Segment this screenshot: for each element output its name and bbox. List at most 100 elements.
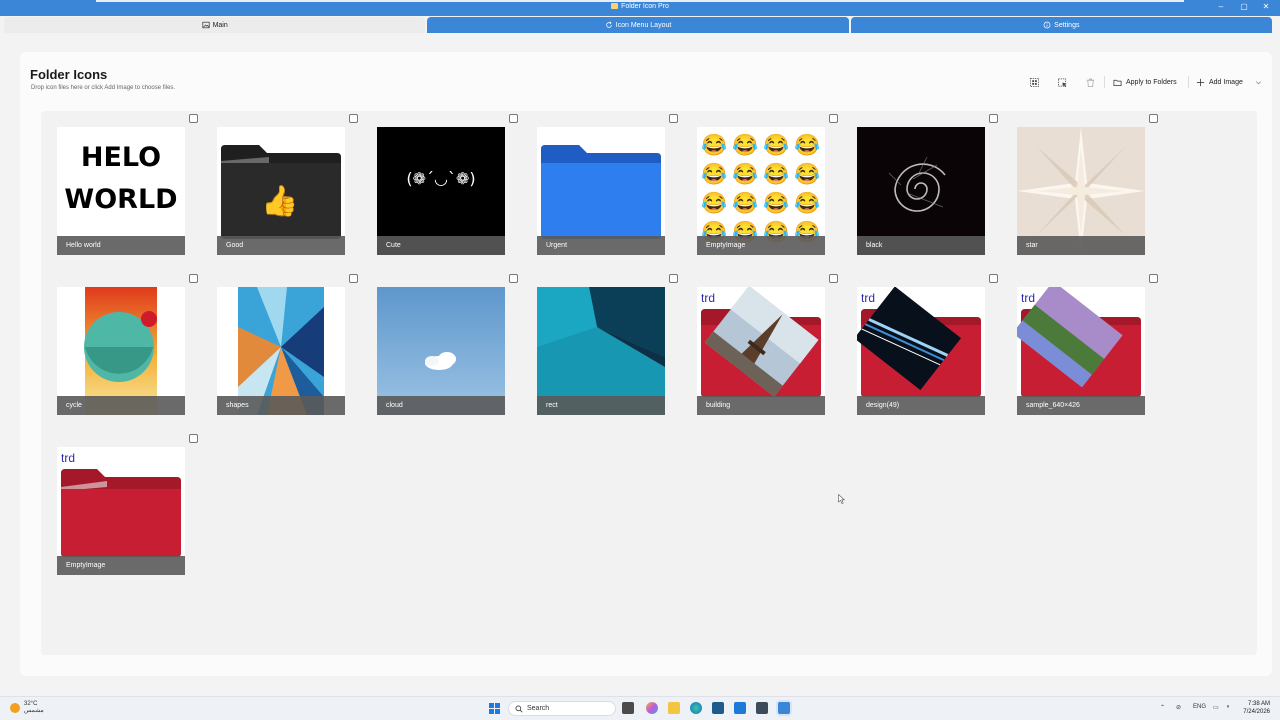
copilot-icon[interactable] (646, 702, 658, 714)
icon-checkbox[interactable] (829, 274, 838, 283)
icon-tile[interactable]: HELO WORLD Hello world (57, 127, 185, 255)
window-title: Folder Icon Pro (0, 3, 1280, 10)
tab-icon-menu-layout[interactable]: Icon Menu Layout (427, 17, 849, 33)
mail-icon[interactable] (734, 702, 746, 714)
folder-icon (1113, 79, 1122, 86)
language-indicator[interactable]: ENG (1193, 704, 1206, 710)
search-icon (515, 705, 523, 712)
add-image-label: Add Image (1209, 78, 1243, 86)
terminal-icon[interactable] (712, 702, 724, 714)
sun-icon (10, 703, 20, 713)
display-icon[interactable]: ▭ (1213, 704, 1219, 711)
laughing-emoji: 😂 (763, 192, 790, 215)
icon-caption: Good (217, 236, 345, 255)
add-image-dropdown[interactable] (1254, 74, 1263, 90)
search-placeholder: Search (527, 705, 550, 712)
delete-button[interactable] (1081, 74, 1099, 90)
icon-tile[interactable]: star (1017, 127, 1145, 255)
minimize-button[interactable]: – (1214, 2, 1228, 11)
apply-to-folders-button[interactable]: Apply to Folders (1113, 74, 1177, 90)
icon-checkbox[interactable] (509, 274, 518, 283)
icon-tile[interactable]: (❁´◡`❁) Cute (377, 127, 505, 255)
edge-browser-icon[interactable] (690, 702, 702, 714)
laughing-emoji: 😂 (701, 192, 728, 215)
cute-kaomoji-text: (❁´◡`❁) (406, 169, 476, 188)
icon-caption: Urgent (537, 236, 665, 255)
icon-checkbox[interactable] (989, 274, 998, 283)
apply-to-folders-label: Apply to Folders (1126, 78, 1177, 86)
icon-checkbox[interactable] (189, 114, 198, 123)
icon-caption: design(49) (857, 396, 985, 415)
icon-caption: EmptyImage (697, 236, 825, 255)
icon-tile[interactable]: black (857, 127, 985, 255)
icon-tile[interactable]: 👍 Good (217, 127, 345, 255)
clock[interactable]: 7:38 AM 7/24/2026 (1243, 700, 1270, 716)
icon-caption: building (697, 396, 825, 415)
folder-icon-pro-taskbar-icon[interactable] (778, 702, 790, 714)
select-all-icon (1029, 77, 1039, 87)
mouse-cursor-icon (838, 494, 845, 504)
volume-icon[interactable]: ◖ (1226, 704, 1230, 710)
laughing-emoji: 😂 (794, 134, 821, 157)
icon-checkbox[interactable] (989, 114, 998, 123)
trd-overlay-text: trd (61, 451, 76, 465)
icon-checkbox[interactable] (189, 274, 198, 283)
taskbar: 32°C مشمس Search ⌃ ⊘ ENG ▭ ◖ 7:38 AM 7/2… (0, 696, 1280, 720)
tab-icon-menu-layout-label: Icon Menu Layout (615, 21, 672, 29)
trd-overlay-text: trd (1021, 291, 1036, 305)
toolbar-divider (1188, 76, 1189, 88)
image-text-line: WORLD (64, 184, 178, 215)
icon-checkbox[interactable] (349, 274, 358, 283)
icon-tile[interactable]: trd EmptyImage (57, 447, 185, 575)
tab-main[interactable]: Main (4, 17, 426, 33)
add-image-button[interactable]: Add Image (1196, 74, 1243, 90)
icon-checkbox[interactable] (829, 114, 838, 123)
laughing-emoji: 😂 (794, 192, 821, 215)
trd-overlay-text: trd (701, 291, 716, 305)
image-text-line: HELO (80, 142, 162, 173)
icon-tile[interactable]: rect (537, 287, 665, 415)
weather-text: 32°C مشمس (24, 701, 44, 715)
icon-tile[interactable]: shapes (217, 287, 345, 415)
icon-tile[interactable]: 😂 😂 😂 😂 😂 😂 😂 😂 😂 😂 😂 😂 😂 😂 😂 😂 EmptyImage (697, 127, 825, 255)
icon-checkbox[interactable] (509, 114, 518, 123)
icon-checkbox[interactable] (1149, 274, 1158, 283)
icon-caption: shapes (217, 396, 345, 415)
icon-caption: star (1017, 236, 1145, 255)
file-explorer-icon[interactable] (668, 702, 680, 714)
weather-desc: مشمس (24, 708, 44, 714)
tab-settings-label: Settings (1054, 21, 1080, 29)
windows-start-icon[interactable] (489, 703, 500, 714)
maximize-button[interactable]: ▢ (1237, 2, 1251, 11)
icon-tile[interactable]: cycle (57, 287, 185, 415)
laughing-emoji: 😂 (732, 192, 759, 215)
icon-checkbox[interactable] (1149, 114, 1158, 123)
task-view-icon[interactable] (622, 702, 634, 714)
icon-caption: sample_640×426 (1017, 396, 1145, 415)
image-icon (202, 21, 210, 29)
app-icon (611, 3, 619, 9)
icon-tile[interactable]: trd design(49) (857, 287, 985, 415)
icon-checkbox[interactable] (669, 114, 678, 123)
icon-tile[interactable]: trd building (697, 287, 825, 415)
toolbar-divider (1104, 76, 1105, 88)
icon-tile[interactable]: Urgent (537, 127, 665, 255)
select-none-icon (1057, 77, 1067, 87)
laughing-emoji: 😂 (701, 134, 728, 157)
weather-widget[interactable]: 32°C مشمس (10, 701, 44, 715)
network-icon[interactable]: ⊘ (1176, 704, 1181, 711)
tab-settings[interactable]: Settings (850, 17, 1272, 33)
select-none-button[interactable] (1053, 74, 1071, 90)
icon-checkbox[interactable] (189, 434, 198, 443)
icon-tile[interactable]: trd sample_640×426 (1017, 287, 1145, 415)
icon-checkbox[interactable] (349, 114, 358, 123)
icon-checkbox[interactable] (669, 274, 678, 283)
close-button[interactable]: ✕ (1259, 2, 1273, 11)
tray-chevron-up-icon[interactable]: ⌃ (1160, 704, 1165, 711)
weather-temp: 32°C (24, 701, 38, 707)
icon-caption: rect (537, 396, 665, 415)
computer-icon[interactable] (756, 702, 768, 714)
icon-tile[interactable]: cloud (377, 287, 505, 415)
select-all-button[interactable] (1025, 74, 1043, 90)
taskbar-search[interactable]: Search (508, 701, 616, 716)
